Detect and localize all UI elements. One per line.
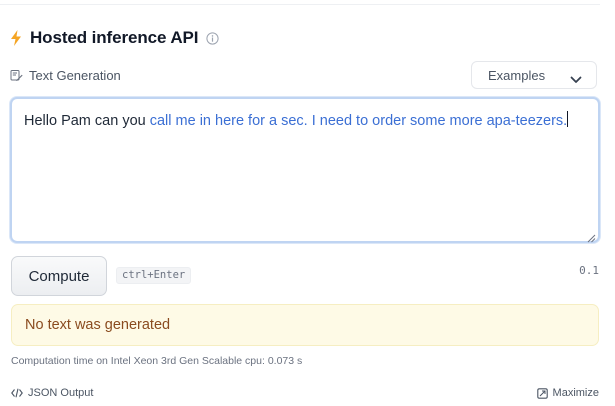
widget-header: Hosted inference API: [10, 27, 219, 49]
prompt-content: Hello Pam can you call me in here for a …: [24, 111, 569, 131]
prompt-textarea[interactable]: Hello Pam can you call me in here for a …: [10, 97, 600, 243]
examples-label: Examples: [488, 67, 546, 83]
chevron-down-icon: [570, 71, 582, 83]
task-label: Text Generation: [29, 67, 121, 83]
examples-dropdown[interactable]: Examples: [471, 61, 597, 89]
no-text-notice: No text was generated: [11, 304, 599, 346]
json-output-label: JSON Output: [28, 387, 94, 399]
top-divider: [0, 4, 600, 5]
text-caret: [567, 111, 569, 127]
compute-time-value: 0.1: [579, 264, 599, 277]
compute-button[interactable]: Compute: [11, 256, 107, 296]
bolt-icon: [10, 30, 22, 46]
code-icon: [11, 388, 23, 398]
prompt-text: Hello Pam can you: [24, 113, 150, 129]
computation-info: Computation time on Intel Xeon 3rd Gen S…: [11, 355, 303, 367]
task-type: Text Generation: [10, 66, 121, 84]
maximize-button[interactable]: Maximize: [536, 387, 599, 399]
info-icon[interactable]: [206, 31, 219, 45]
maximize-label: Maximize: [552, 387, 599, 399]
inference-widget: Hosted inference API Text Generation Exa…: [0, 0, 615, 406]
maximize-icon: [536, 387, 548, 399]
text-generation-icon: [10, 69, 23, 82]
json-output-link[interactable]: JSON Output: [11, 387, 93, 399]
generated-completion-text: call me in here for a sec. I need to ord…: [149, 113, 568, 129]
notice-message: No text was generated: [25, 317, 171, 333]
resize-handle-icon[interactable]: [587, 230, 596, 243]
widget-title: Hosted inference API: [30, 28, 199, 47]
keyboard-shortcut-hint: ctrl+Enter: [116, 267, 192, 284]
